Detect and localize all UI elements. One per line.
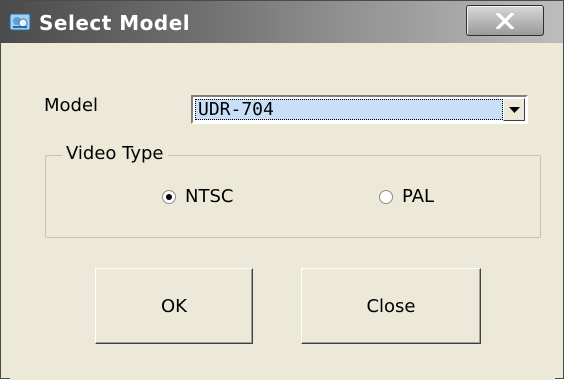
title-bar[interactable]: Select Model — [1, 1, 563, 43]
model-select-value: UDR-704 — [195, 99, 503, 120]
window-title: Select Model — [39, 11, 191, 35]
ok-button[interactable]: OK — [95, 268, 253, 344]
dialog-body: Model UDR-704 Video Type NTSC PAL OK Clo… — [10, 43, 555, 380]
radio-ntsc-button[interactable] — [162, 190, 176, 204]
video-type-legend: Video Type — [62, 143, 168, 164]
radio-pal-label[interactable]: PAL — [402, 186, 434, 207]
video-type-group — [45, 155, 541, 238]
radio-selected-dot — [166, 194, 172, 200]
model-dropdown-button[interactable] — [503, 98, 525, 121]
select-model-dialog: Select Model Model UDR-704 Video Type NT… — [0, 0, 564, 380]
close-icon — [495, 13, 515, 29]
model-label: Model — [44, 95, 99, 116]
chevron-down-icon — [509, 107, 520, 113]
window-close-button[interactable] — [466, 5, 544, 36]
close-button[interactable]: Close — [301, 268, 481, 344]
model-select[interactable]: UDR-704 — [191, 95, 528, 124]
app-icon — [9, 12, 31, 32]
radio-pal-button[interactable] — [379, 190, 393, 204]
radio-ntsc-label[interactable]: NTSC — [185, 186, 233, 207]
